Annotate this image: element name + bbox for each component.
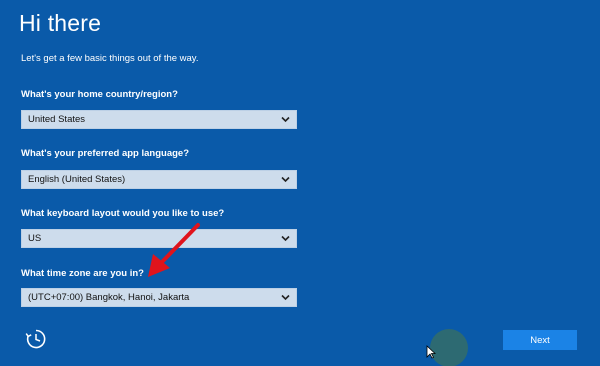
country-label: What's your home country/region? — [21, 89, 178, 100]
chevron-down-icon — [281, 294, 290, 301]
app-language-label: What's your preferred app language? — [21, 148, 190, 159]
ease-of-access-icon[interactable] — [25, 328, 47, 350]
time-zone-value: (UTC+07:00) Bangkok, Hanoi, Jakarta — [28, 292, 190, 303]
keyboard-layout-value: US — [28, 233, 42, 244]
app-language-dropdown[interactable]: English (United States) — [21, 170, 297, 189]
next-button[interactable]: Next — [503, 330, 577, 350]
keyboard-layout-dropdown[interactable]: US — [21, 229, 297, 248]
country-value: United States — [28, 114, 86, 125]
chevron-down-icon — [281, 116, 290, 123]
chevron-down-icon — [281, 176, 290, 183]
time-zone-label: What time zone are you in? — [21, 268, 144, 279]
page-title: Hi there — [19, 10, 102, 36]
page-subtitle: Let's get a few basic things out of the … — [21, 53, 199, 64]
mouse-pointer-icon — [426, 345, 436, 359]
app-language-value: English (United States) — [28, 174, 126, 185]
time-zone-dropdown[interactable]: (UTC+07:00) Bangkok, Hanoi, Jakarta — [21, 288, 297, 307]
keyboard-layout-label: What keyboard layout would you like to u… — [21, 208, 225, 219]
country-dropdown[interactable]: United States — [21, 110, 297, 129]
chevron-down-icon — [281, 235, 290, 242]
